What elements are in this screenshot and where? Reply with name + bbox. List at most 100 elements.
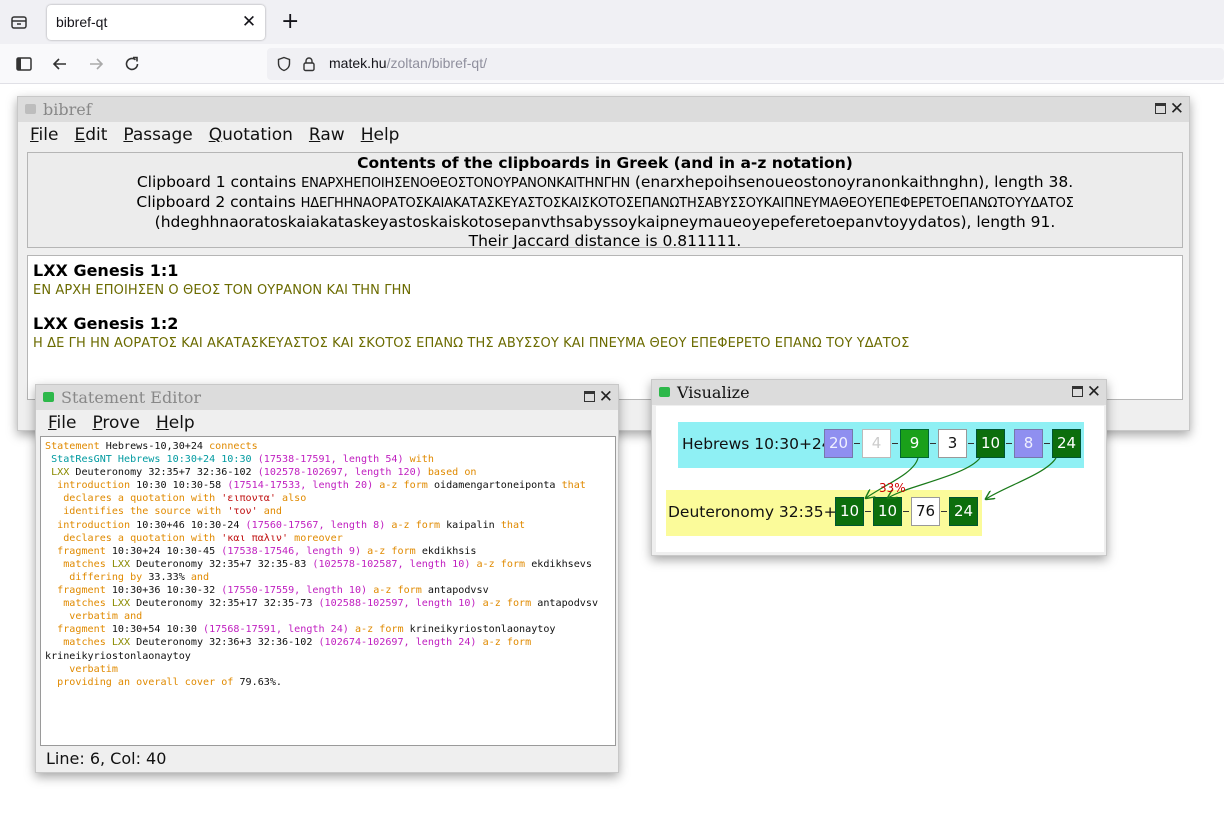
- code-token: Deuteronomy 32:35+7 32:35-83: [136, 558, 313, 570]
- code-token: declares a quotation with: [45, 532, 222, 544]
- code-token: antapodvsv: [427, 585, 489, 597]
- jaccard-distance: Their Jaccard distance is 0.811111.: [468, 232, 742, 250]
- code-token: differing by: [45, 571, 149, 583]
- menu-prove[interactable]: Prove: [84, 410, 148, 436]
- code-line: identifies the source with 'τον' and: [45, 505, 611, 518]
- clipboard-1-greek: ΕΝΑΡΧΗΕΠΟΙΗΣΕΝΟΘΕΟΣΤΟΝΟΥΡΑΝΟΝΚΑΙΤΗΝΓΗΝ: [301, 176, 630, 191]
- bibref-titlebar[interactable]: bibref ✕: [18, 97, 1189, 122]
- forward-arrow-icon[interactable]: [85, 53, 107, 75]
- menu-edit[interactable]: Edit: [66, 122, 115, 148]
- menu-passage[interactable]: Passage: [115, 122, 200, 148]
- lock-icon[interactable]: [301, 56, 317, 72]
- menu-file[interactable]: File: [40, 410, 84, 436]
- code-token: also: [275, 493, 307, 505]
- menu-help[interactable]: Help: [148, 410, 203, 436]
- code-line: fragment 10:30+24 10:30-45 (17538-17546,…: [45, 545, 611, 558]
- close-icon[interactable]: ✕: [599, 385, 613, 410]
- code-token: Deuteronomy 32:35+7 32:36-102: [75, 467, 258, 479]
- menu-help[interactable]: Help: [353, 122, 408, 148]
- code-token: and: [257, 506, 283, 518]
- maximize-icon[interactable]: [584, 391, 595, 402]
- menu-raw[interactable]: Raw: [301, 122, 353, 148]
- code-token: a-z form: [373, 585, 428, 597]
- code-token: (17560-17567, length 8): [245, 519, 392, 531]
- back-arrow-icon[interactable]: [49, 53, 71, 75]
- visualize-titlebar[interactable]: Visualize ✕: [652, 380, 1106, 405]
- close-icon[interactable]: ✕: [1170, 97, 1184, 122]
- code-line: matches LXX Deuteronomy 32:35+17 32:35-7…: [45, 597, 611, 610]
- code-token: LXX: [111, 598, 137, 610]
- code-token: LXX: [111, 558, 137, 570]
- segment-box: 3: [938, 429, 967, 458]
- segment-connector: [968, 443, 974, 444]
- url-bar[interactable]: matek.hu/zoltan/bibref-qt/: [267, 48, 1224, 80]
- url-text: matek.hu/zoltan/bibref-qt/: [329, 55, 487, 71]
- code-token: LXX: [45, 467, 76, 479]
- code-token: moreover: [288, 532, 343, 544]
- code-token: oidamengartoneiponta: [433, 480, 562, 492]
- code-token: (17538-17591, length 54): [257, 454, 410, 466]
- code-line: declares a quotation with 'και παλιν' mo…: [45, 532, 611, 545]
- code-token: a-z form: [476, 558, 532, 570]
- code-line: verbatim and: [45, 610, 611, 623]
- code-token: 10:30+24 10:30-45: [111, 545, 222, 557]
- tab-list-icon[interactable]: [10, 13, 28, 31]
- statement-code-editor[interactable]: Statement Hebrews-10,30+24 connects Stat…: [40, 436, 616, 746]
- tab-close-icon[interactable]: ✕: [241, 12, 257, 32]
- browser-tab[interactable]: bibref-qt ✕: [47, 5, 265, 40]
- segment-box: 8: [1014, 429, 1043, 458]
- code-token: 'τον': [227, 506, 258, 518]
- code-token: 'ειποντα': [221, 493, 276, 505]
- new-tab-button[interactable]: +: [281, 9, 299, 35]
- code-token: introduction: [45, 519, 137, 531]
- maximize-icon[interactable]: [1072, 386, 1083, 397]
- clipboard-info-panel: Contents of the clipboards in Greek (and…: [27, 152, 1183, 250]
- code-token: (102578-102587, length 10): [312, 558, 477, 570]
- code-token: a-z form: [379, 480, 434, 492]
- code-token: 33.33%: [148, 571, 191, 583]
- code-token: Deuteronomy 32:36+3 32:36-102: [136, 637, 319, 649]
- window-title: Statement Editor: [61, 388, 202, 407]
- segment-box: 9: [900, 429, 929, 458]
- code-token: matches: [45, 598, 112, 610]
- segment-connector: [1006, 443, 1012, 444]
- segment-box: 4: [862, 429, 891, 458]
- maximize-icon[interactable]: [1155, 103, 1166, 114]
- segment-box: 20: [824, 429, 853, 458]
- url-host: matek.hu: [329, 55, 387, 71]
- window-title: Visualize: [677, 383, 750, 402]
- visualize-window: Visualize ✕ Hebrews 10:30+24 Deuteronomy…: [651, 379, 1107, 556]
- code-line: introduction 10:30+46 10:30-24 (17560-17…: [45, 519, 611, 532]
- code-line: providing an overall cover of 79.63%.: [45, 676, 611, 689]
- segment-box: 24: [1052, 429, 1081, 458]
- code-token: that: [561, 480, 586, 492]
- visualize-canvas: Hebrews 10:30+24 Deuteronomy 32:35+7 20 4…: [656, 406, 1104, 552]
- reload-icon[interactable]: [121, 53, 143, 75]
- window-title: bibref: [43, 100, 92, 119]
- code-line: krineikyriostonlaonaytoy: [45, 650, 611, 663]
- code-line: declares a quotation with 'ειποντα' also: [45, 492, 611, 505]
- code-token: a-z form: [367, 545, 422, 557]
- menu-file[interactable]: File: [22, 122, 66, 148]
- code-line: introduction 10:30 10:30-58 (17514-17533…: [45, 479, 611, 492]
- segment-connector: [854, 443, 860, 444]
- code-token: Hebrews-10,30+24: [105, 441, 210, 452]
- close-icon[interactable]: ✕: [1087, 380, 1101, 405]
- sidebar-toggle-icon[interactable]: [13, 53, 35, 75]
- code-token: Statement: [45, 441, 106, 452]
- code-token: fragment: [45, 624, 112, 636]
- code-token: fragment: [45, 585, 112, 597]
- shield-icon[interactable]: [276, 56, 292, 72]
- menu-quotation[interactable]: Quotation: [201, 122, 301, 148]
- editor-titlebar[interactable]: Statement Editor ✕: [36, 385, 618, 410]
- code-token: ekdikhsevs: [531, 558, 592, 570]
- code-token: matches: [45, 637, 112, 649]
- code-token: LXX: [111, 637, 137, 649]
- code-token: Deuteronomy 32:35+17 32:35-73: [136, 598, 319, 610]
- code-token: connects: [209, 441, 258, 452]
- code-token: kaipalin: [446, 519, 501, 531]
- clipboard-1-label: Clipboard 1 contains: [136, 173, 302, 191]
- code-token: matches: [45, 558, 112, 570]
- code-token: introduction: [45, 480, 137, 492]
- hebrews-label: Hebrews 10:30+24: [682, 435, 832, 453]
